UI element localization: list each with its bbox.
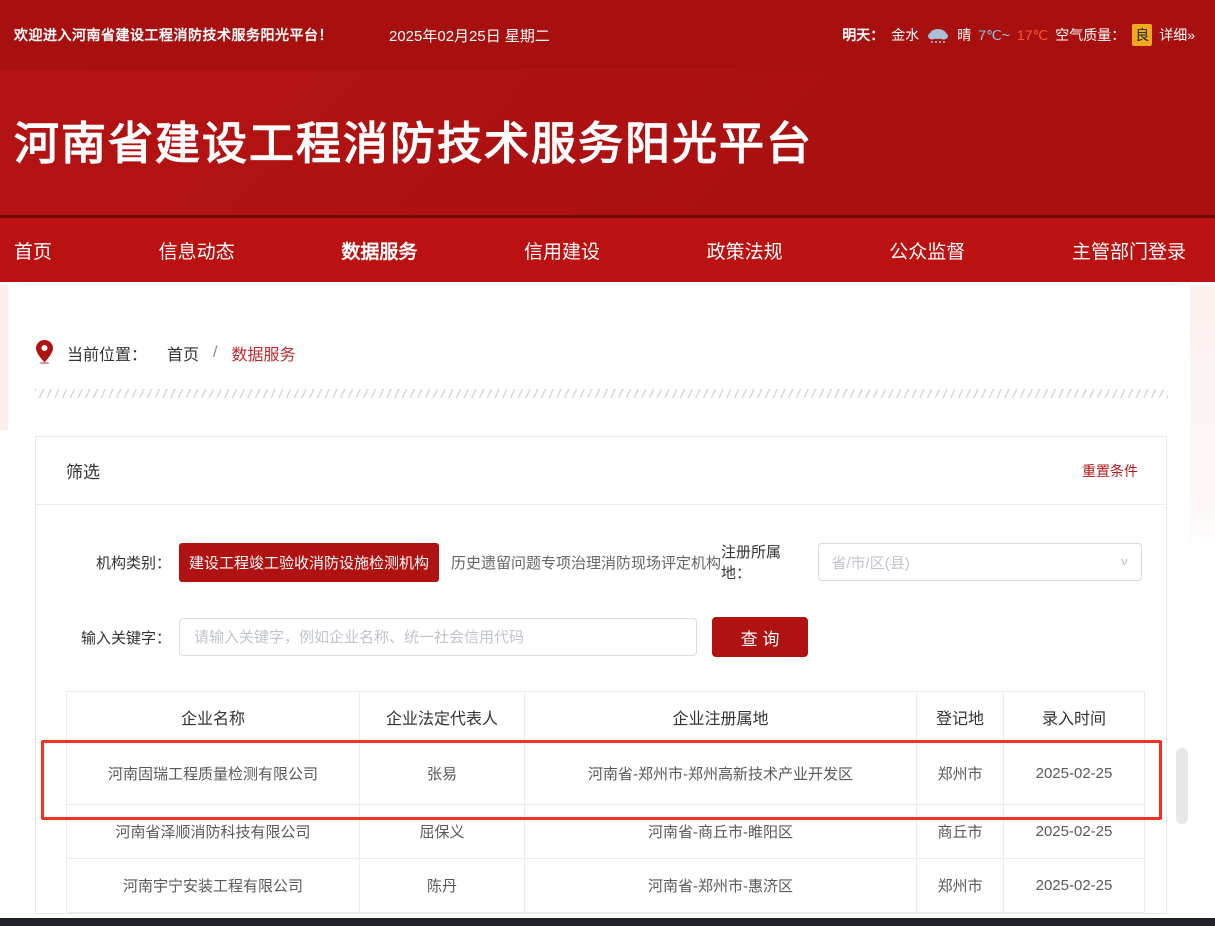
col-header-entry-time: 录入时间 — [1004, 692, 1145, 742]
air-quality-badge: 良 — [1132, 24, 1152, 46]
main-nav: 首页 信息动态 数据服务 信用建设 政策法规 公众监督 主管部门登录 — [0, 218, 1215, 282]
nav-item-admin-login[interactable]: 主管部门登录 — [1072, 237, 1186, 264]
tomorrow-label: 明天： — [842, 25, 884, 45]
search-button[interactable]: 查 询 — [712, 617, 808, 657]
top-bar: 欢迎进入河南省建设工程消防技术服务阳光平台！ 2025年02月25日 星期二 明… — [0, 0, 1215, 70]
bottom-edge-bar — [0, 918, 1215, 926]
nav-item-data-service[interactable]: 数据服务 — [341, 237, 417, 264]
nav-item-home[interactable]: 首页 — [14, 237, 52, 264]
reset-filters-link[interactable]: 重置条件 — [1082, 461, 1138, 481]
cloud-icon — [926, 26, 950, 44]
cell-company: 河南省泽顺消防科技有限公司 — [67, 805, 360, 859]
cell-entry-time: 2025-02-25 — [1004, 805, 1145, 859]
weather-city: 金水 — [891, 25, 919, 45]
cell-representative: 陈丹 — [360, 859, 525, 913]
region-filter-group: 注册所属地： 省/市/区(县) ∨ — [721, 541, 1142, 583]
category-option-selected[interactable]: 建设工程竣工验收消防设施检测机构 — [179, 543, 439, 582]
breadcrumb: 当前位置： 首页 / 数据服务 — [36, 338, 1215, 367]
scrollbar-thumb[interactable] — [1176, 748, 1188, 824]
temp-high: 17℃ — [1017, 27, 1048, 44]
cell-entry-time: 2025-02-25 — [1004, 742, 1145, 805]
date-text: 2025年02月25日 星期二 — [389, 25, 550, 46]
cell-address: 河南省-郑州市-惠济区 — [525, 859, 917, 913]
location-pin-icon — [36, 340, 53, 369]
table-row[interactable]: 河南宇宁安装工程有限公司 陈丹 河南省-郑州市-惠济区 郑州市 2025-02-… — [67, 859, 1145, 913]
left-edge-tint — [0, 285, 8, 430]
site-header: 河南省建设工程消防技术服务阳光平台 — [0, 70, 1215, 218]
cell-registration: 郑州市 — [917, 859, 1004, 913]
col-header-company: 企业名称 — [67, 692, 360, 742]
chevron-down-icon: ∨ — [1119, 556, 1129, 569]
region-select[interactable]: 省/市/区(县) ∨ — [818, 543, 1142, 581]
page-title: 河南省建设工程消防技术服务阳光平台 — [0, 107, 813, 172]
temp-low: 7℃~ — [978, 27, 1010, 44]
breadcrumb-label: 当前位置： — [67, 341, 147, 365]
nav-item-news[interactable]: 信息动态 — [159, 237, 235, 264]
table-row[interactable]: 河南省泽顺消防科技有限公司 屈保义 河南省-商丘市-睢阳区 商丘市 2025-0… — [67, 805, 1145, 859]
slash-divider — [35, 389, 1168, 398]
breadcrumb-home[interactable]: 首页 — [167, 341, 199, 365]
cell-registration: 郑州市 — [917, 742, 1004, 805]
cell-address: 河南省-商丘市-睢阳区 — [525, 805, 917, 859]
keyword-input[interactable] — [179, 618, 697, 656]
table-row[interactable]: 河南固瑞工程质量检测有限公司 张易 河南省-郑州市-郑州高新技术产业开发区 郑州… — [67, 742, 1145, 805]
filter-card-header: 筛选 重置条件 — [36, 437, 1166, 505]
weather-widget: 明天： 金水 晴 7℃~ 17℃ 空气质量： 良 详细» — [842, 24, 1195, 46]
col-header-address: 企业注册属地 — [525, 692, 917, 742]
cell-company: 河南固瑞工程质量检测有限公司 — [67, 742, 360, 805]
region-select-placeholder: 省/市/区(县) — [831, 552, 1119, 573]
breadcrumb-separator: / — [213, 344, 217, 362]
cell-representative: 张易 — [360, 742, 525, 805]
cell-address: 河南省-郑州市-郑州高新技术产业开发区 — [525, 742, 917, 805]
table-header-row: 企业名称 企业法定代表人 企业注册属地 登记地 录入时间 — [67, 692, 1145, 742]
category-label: 机构类别： — [66, 552, 171, 573]
category-option-other[interactable]: 历史遗留问题专项治理消防现场评定机构 — [451, 552, 721, 573]
air-quality-label: 空气质量： — [1055, 25, 1125, 45]
weather-condition: 晴 — [957, 25, 971, 45]
breadcrumb-current[interactable]: 数据服务 — [231, 341, 295, 365]
cell-company: 河南宇宁安装工程有限公司 — [67, 859, 360, 913]
results-table: 企业名称 企业法定代表人 企业注册属地 登记地 录入时间 河南固瑞工程质量检测有… — [66, 691, 1145, 913]
filter-card: 筛选 重置条件 机构类别： 建设工程竣工验收消防设施检测机构 历史遗留问题专项治… — [35, 436, 1167, 914]
cell-registration: 商丘市 — [917, 805, 1004, 859]
region-label: 注册所属地： — [721, 541, 806, 583]
nav-item-credit[interactable]: 信用建设 — [524, 237, 600, 264]
right-edge-tint — [1190, 285, 1215, 560]
filter-card-body: 机构类别： 建设工程竣工验收消防设施检测机构 历史遗留问题专项治理消防现场评定机… — [36, 505, 1166, 913]
weather-detail-link[interactable]: 详细» — [1159, 25, 1195, 45]
keyword-label: 输入关键字： — [66, 627, 171, 648]
keyword-filter-row: 输入关键字： 查 询 — [66, 617, 1142, 691]
nav-item-supervision[interactable]: 公众监督 — [889, 237, 965, 264]
category-filter-row: 机构类别： 建设工程竣工验收消防设施检测机构 历史遗留问题专项治理消防现场评定机… — [66, 541, 1142, 583]
cell-entry-time: 2025-02-25 — [1004, 859, 1145, 913]
welcome-text: 欢迎进入河南省建设工程消防技术服务阳光平台！ — [14, 25, 333, 45]
filter-title: 筛选 — [66, 458, 100, 483]
nav-item-policy[interactable]: 政策法规 — [707, 237, 783, 264]
col-header-representative: 企业法定代表人 — [360, 692, 525, 742]
cell-representative: 屈保义 — [360, 805, 525, 859]
col-header-registration: 登记地 — [917, 692, 1004, 742]
